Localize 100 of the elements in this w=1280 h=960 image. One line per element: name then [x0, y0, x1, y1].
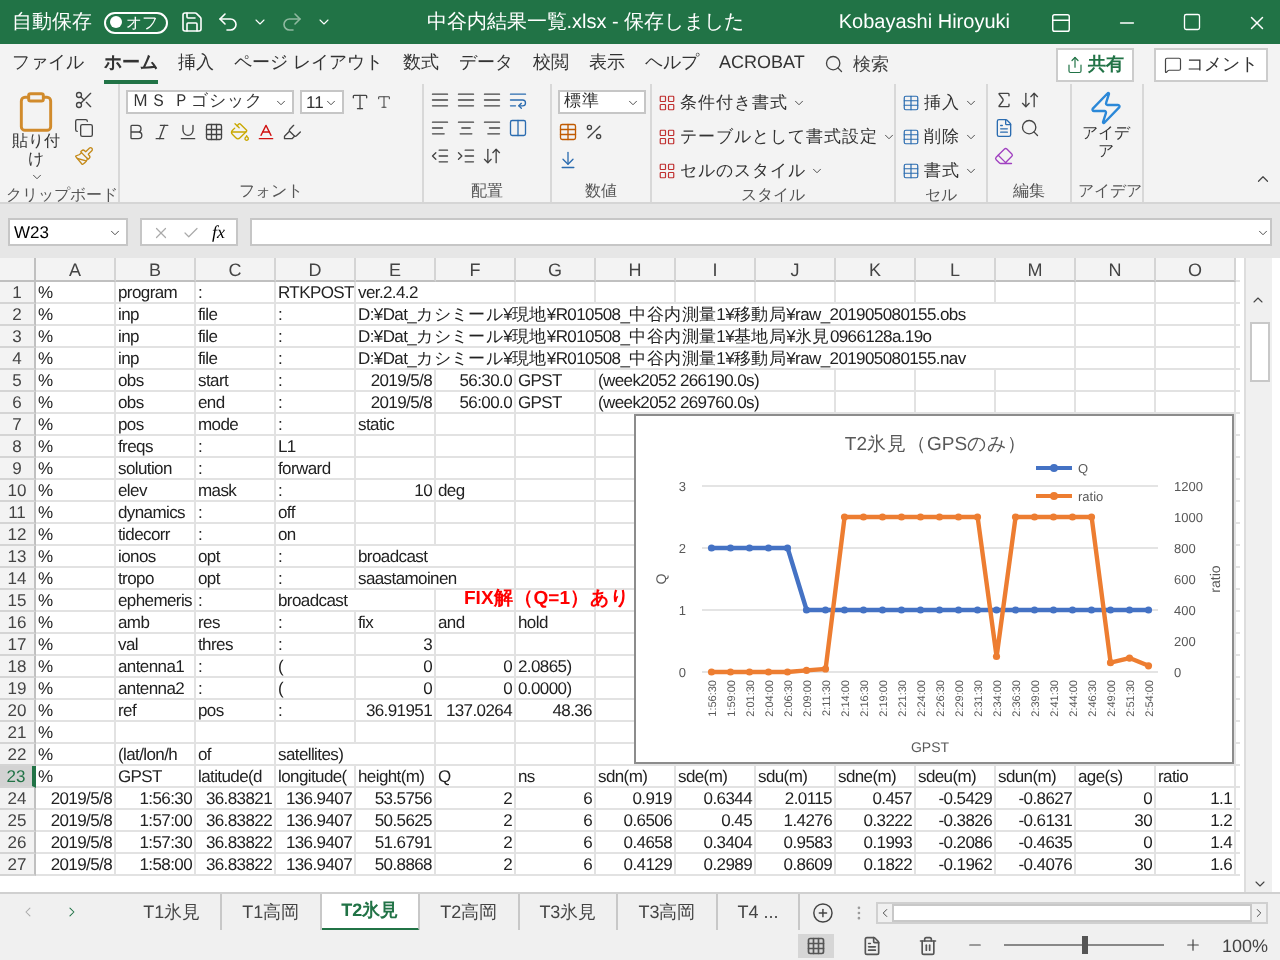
- undo-icon[interactable]: [216, 10, 240, 34]
- search-icon[interactable]: [1020, 118, 1040, 138]
- row-number[interactable]: 24: [0, 788, 36, 810]
- scroll-left-icon[interactable]: [877, 905, 892, 919]
- cells-menu-button[interactable]: 削除: [902, 124, 978, 150]
- increase-indent-icon[interactable]: [456, 146, 476, 166]
- row-number[interactable]: 7: [0, 414, 36, 436]
- caret-icon[interactable]: [964, 164, 978, 178]
- maximize-icon[interactable]: [1182, 12, 1202, 32]
- italic-icon[interactable]: [152, 122, 172, 142]
- format-painter-icon[interactable]: [74, 146, 94, 166]
- menu-tab[interactable]: 数式: [403, 45, 440, 83]
- share-button[interactable]: 共有: [1056, 47, 1134, 81]
- scroll-down-icon[interactable]: [1251, 876, 1267, 892]
- row-number[interactable]: 11: [0, 502, 36, 524]
- row-number[interactable]: 4: [0, 348, 36, 370]
- column-header[interactable]: G: [516, 258, 596, 282]
- column-header[interactable]: D: [276, 258, 356, 282]
- row-number[interactable]: 1: [0, 282, 36, 304]
- vertical-scrollbar[interactable]: [1244, 258, 1272, 892]
- row-number[interactable]: 20: [0, 700, 36, 722]
- column-header[interactable]: F: [436, 258, 516, 282]
- paste-button[interactable]: 貼り付け: [6, 90, 66, 184]
- row-number[interactable]: 9: [0, 458, 36, 480]
- row-number[interactable]: 21: [0, 722, 36, 744]
- number-format-field[interactable]: 標準: [558, 90, 646, 114]
- formula-field[interactable]: [249, 218, 1272, 246]
- column-header[interactable]: B: [116, 258, 196, 282]
- caret-icon[interactable]: [810, 164, 824, 178]
- font-name-field[interactable]: ＭＳ Ｐゴシック: [126, 90, 294, 114]
- column-header[interactable]: N: [1076, 258, 1156, 282]
- menu-tab[interactable]: 表示: [589, 45, 626, 83]
- column-header[interactable]: I: [676, 258, 756, 282]
- menu-tab[interactable]: ACROBAT: [719, 48, 805, 80]
- align-right-icon[interactable]: [482, 118, 502, 138]
- column-header[interactable]: L: [916, 258, 996, 282]
- eraser-icon[interactable]: [994, 146, 1014, 166]
- row-number[interactable]: 5: [0, 370, 36, 392]
- caret-icon[interactable]: [882, 130, 894, 144]
- sum-icon[interactable]: [994, 90, 1014, 110]
- cut-icon[interactable]: [74, 90, 94, 110]
- menu-tab[interactable]: ファイル: [12, 45, 84, 83]
- style-menu-button[interactable]: セルのスタイル: [658, 158, 824, 184]
- row-number[interactable]: 22: [0, 744, 36, 766]
- fill-color-icon[interactable]: [230, 122, 250, 142]
- merge-cells-icon[interactable]: [508, 118, 528, 138]
- row-number[interactable]: 13: [0, 546, 36, 568]
- share-icon[interactable]: [1066, 55, 1084, 73]
- save-icon[interactable]: [180, 10, 204, 34]
- caret-icon[interactable]: [274, 95, 288, 109]
- clipboard-icon[interactable]: [14, 90, 58, 134]
- row-number[interactable]: 26: [0, 832, 36, 854]
- row-number[interactable]: 2: [0, 304, 36, 326]
- caret-icon[interactable]: [792, 96, 806, 110]
- borders-icon[interactable]: [204, 122, 224, 142]
- caret-icon[interactable]: [316, 14, 332, 30]
- collapse-ribbon-icon[interactable]: [1254, 170, 1272, 188]
- column-header[interactable]: E: [356, 258, 436, 282]
- menu-tab[interactable]: 挿入: [178, 45, 214, 83]
- table-icon[interactable]: [902, 94, 920, 112]
- table-icon[interactable]: [658, 94, 676, 112]
- align-middle-icon[interactable]: [456, 90, 476, 110]
- copy-icon[interactable]: [74, 118, 94, 138]
- add-sheet-icon[interactable]: [812, 901, 835, 923]
- redo-icon[interactable]: [280, 10, 304, 34]
- column-header[interactable]: K: [836, 258, 916, 282]
- row-number[interactable]: 23: [0, 766, 36, 788]
- sheet-tab[interactable]: T2氷見: [321, 893, 421, 931]
- wrap-text-icon[interactable]: [508, 90, 528, 110]
- ideas-button[interactable]: アイデア: [1078, 90, 1134, 180]
- align-center-icon[interactable]: [456, 118, 476, 138]
- row-number[interactable]: 14: [0, 568, 36, 590]
- cells-menu-button[interactable]: 書式: [902, 158, 978, 184]
- zoom-in-icon[interactable]: [1183, 936, 1202, 954]
- caret-icon[interactable]: [964, 96, 978, 110]
- column-header[interactable]: J: [756, 258, 836, 282]
- search-field[interactable]: 検索: [824, 51, 889, 77]
- align-top-icon[interactable]: [430, 90, 450, 110]
- underline-icon[interactable]: [178, 122, 198, 142]
- sort-icon[interactable]: [1020, 90, 1040, 110]
- comment-icon[interactable]: [1164, 55, 1182, 73]
- autosave-toggle[interactable]: オフ: [104, 11, 168, 33]
- row-number[interactable]: 25: [0, 810, 36, 832]
- normal-view-icon[interactable]: [797, 933, 834, 957]
- close-icon[interactable]: [1246, 11, 1268, 33]
- column-header[interactable]: A: [36, 258, 116, 282]
- caret-icon[interactable]: [108, 225, 122, 239]
- row-number[interactable]: 12: [0, 524, 36, 546]
- menu-tab[interactable]: データ: [459, 45, 514, 83]
- column-header[interactable]: H: [596, 258, 676, 282]
- table-icon[interactable]: [658, 162, 676, 180]
- insert-function-button[interactable]: fx: [212, 222, 225, 242]
- font-size-field[interactable]: 11: [300, 90, 344, 114]
- caret-icon[interactable]: [626, 95, 640, 109]
- scroll-right-icon[interactable]: [1251, 905, 1266, 919]
- scroll-up-icon[interactable]: [1249, 292, 1265, 308]
- style-menu-button[interactable]: テーブルとして書式設定: [658, 124, 894, 150]
- row-number[interactable]: 17: [0, 634, 36, 656]
- font-color-icon[interactable]: [256, 122, 276, 142]
- row-number[interactable]: 18: [0, 656, 36, 678]
